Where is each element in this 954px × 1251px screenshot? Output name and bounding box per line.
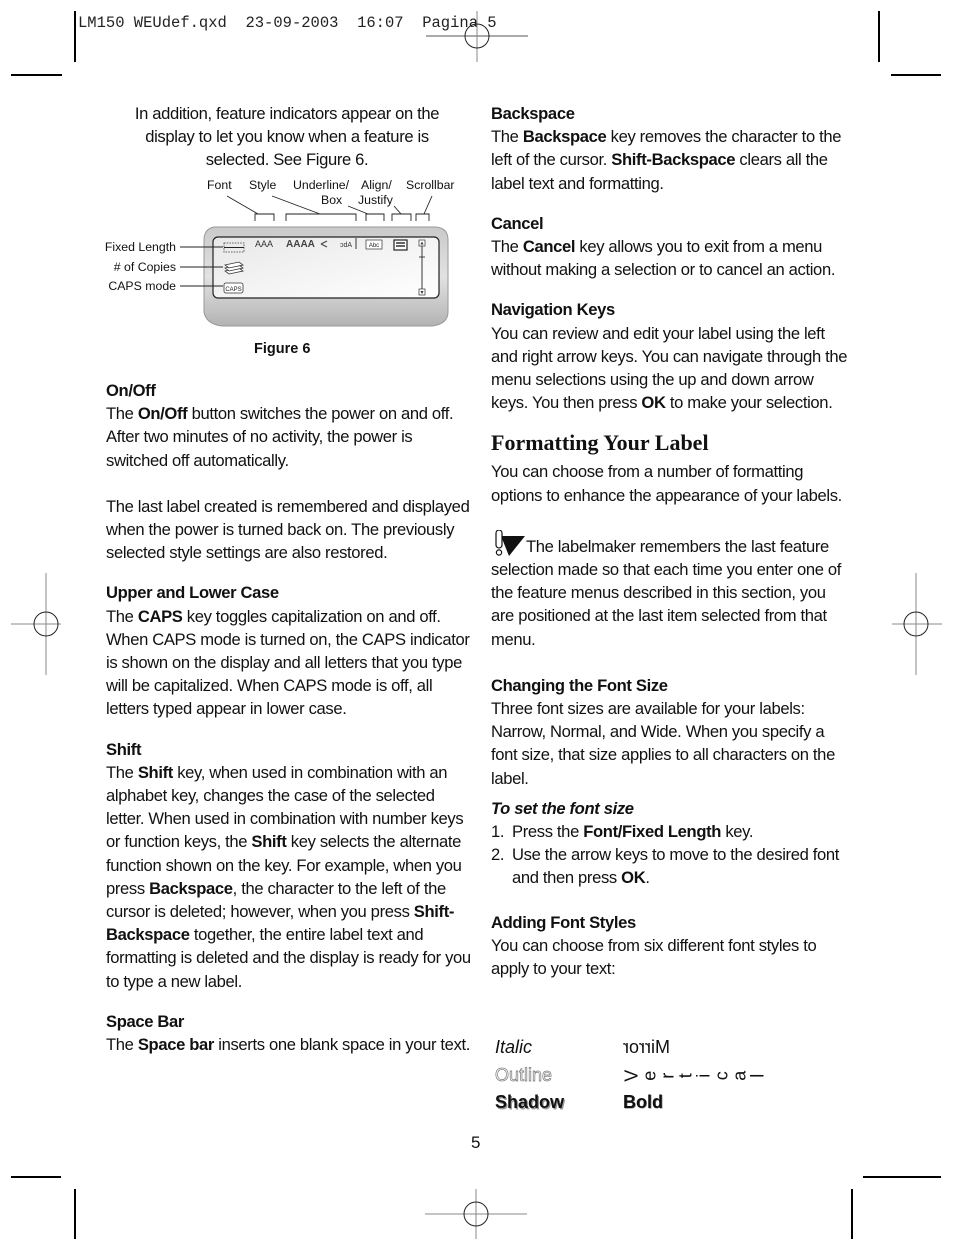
on-off-paragraph-1: The On/Off button switches the power on … (106, 404, 454, 470)
crop-mark-top-right-h (891, 74, 941, 76)
intro-paragraph: In addition, feature indicators appear o… (134, 104, 440, 169)
bold-term: CAPS (137, 606, 183, 626)
crop-mark-top-right-v (878, 11, 880, 62)
svg-text:CAPS: CAPS (225, 287, 241, 293)
slug-time: 16:07 (357, 14, 404, 32)
align-indicator (393, 239, 408, 251)
sample-outline: Outline (495, 1064, 553, 1085)
style-indicator: AAAA (286, 239, 315, 250)
heading-cancel: Cancel (491, 213, 544, 233)
heading-space-bar: Space Bar (106, 1011, 185, 1031)
procedure-title: To set the font size (491, 798, 634, 818)
heading-navigation-keys: Navigation Keys (491, 300, 615, 320)
crop-mark-bottom-left-h (11, 1176, 61, 1178)
step-1: 1. Press the Font/Fixed Length key. (491, 822, 754, 842)
bold-term: OK (621, 868, 646, 888)
bold-term: Shift-Backspace (106, 902, 455, 945)
page-number: 5 (471, 1133, 481, 1152)
bold-term: Font/Fixed Length (583, 822, 722, 842)
bold-term: Backspace (149, 878, 233, 898)
registration-mark-left (11, 573, 61, 675)
bold-term: Shift (251, 832, 287, 852)
caution-icon (495, 529, 525, 556)
caps-icon: CAPS (223, 282, 244, 294)
heading-adding-font-styles: Adding Font Styles (491, 912, 636, 932)
on-off-paragraph-2: The last label created is remembered and… (106, 496, 470, 563)
procedure-steps: 1. Press the Font/Fixed Length key. 2. Use… (491, 820, 851, 890)
heading-upper-lower-case: Upper and Lower Case (106, 583, 279, 603)
navigation-paragraph: You can review and edit your label using… (491, 323, 848, 413)
crop-mark-bottom-left-v (74, 1189, 76, 1239)
crop-mark-top-left-h (11, 74, 62, 76)
slug-filename: LM150 WEUdef.qxd (78, 14, 227, 32)
sample-italic: Italic (495, 1037, 533, 1057)
caps-paragraph: The CAPS key toggles capitalization on a… (106, 606, 470, 719)
mirror-indicator: ɔdA (340, 242, 352, 249)
sample-vertical: Vertical (621, 1062, 767, 1090)
backspace-paragraph: The Backspace key removes the character … (491, 127, 842, 193)
bold-term: Cancel (522, 237, 576, 257)
figure-caption: Figure 6 (254, 341, 311, 357)
font-style-samples: Italic Mirror Outline Vertical Shadow Bo… (495, 1034, 768, 1117)
heading-changing-font-size: Changing the Font Size (491, 675, 668, 695)
sample-shadow: Shadow (495, 1092, 565, 1112)
slug-date: 23-09-2003 (245, 14, 339, 32)
registration-mark-bottom (425, 1189, 527, 1239)
bold-term: OK (641, 393, 666, 413)
bold-term: Backspace (522, 127, 607, 147)
heading-backspace: Backspace (491, 104, 575, 123)
sample-bold: Bold (623, 1092, 663, 1112)
registration-mark-right (892, 573, 942, 675)
step-2: 2. Use the arrow keys to move to the desi… (491, 845, 840, 888)
bold-term: On/Off (137, 404, 188, 424)
formatting-intro: You can choose from a number of formatti… (491, 462, 842, 505)
figure-6-display-diagram: Font Style Underline/ Box Align/ Justify… (92, 172, 472, 362)
section-title-formatting: Formatting Your Label (491, 430, 709, 456)
bold-term: Shift-Backspace (611, 150, 736, 170)
cancel-paragraph: The Cancel key allows you to exit from a… (491, 237, 836, 280)
bold-term: Shift (137, 762, 173, 782)
bold-term: Space bar (137, 1035, 215, 1055)
vertical-letter: l (747, 1073, 768, 1078)
heading-shift: Shift (106, 739, 142, 759)
font-styles-paragraph: You can choose from six different font s… (491, 935, 817, 979)
heading-on-off: On/Off (106, 381, 156, 400)
font-size-paragraph: Three font sizes are available for your … (491, 699, 835, 788)
display-illustration: CAPS AAA AAAA ɔdA Abc (180, 195, 449, 327)
space-bar-paragraph: The Space bar inserts one blank space in… (106, 1035, 471, 1055)
shift-paragraph: The Shift key, when used in combination … (106, 762, 471, 991)
font-indicator: AAA (255, 239, 273, 249)
sample-mirror: Mirror (623, 1037, 670, 1057)
crop-mark-bottom-right-h (863, 1176, 941, 1178)
note-paragraph: The labelmaker remembers the last featur… (491, 529, 851, 651)
crop-mark-bottom-right-v (851, 1189, 853, 1239)
right-column: Backspace The Backspace key removes the … (491, 102, 851, 980)
svg-text:Abc: Abc (369, 243, 379, 249)
registration-mark-top (426, 11, 528, 62)
left-column: On/Off The On/Off button switches the po… (106, 379, 476, 1056)
crop-mark-top-left-v (74, 11, 76, 62)
